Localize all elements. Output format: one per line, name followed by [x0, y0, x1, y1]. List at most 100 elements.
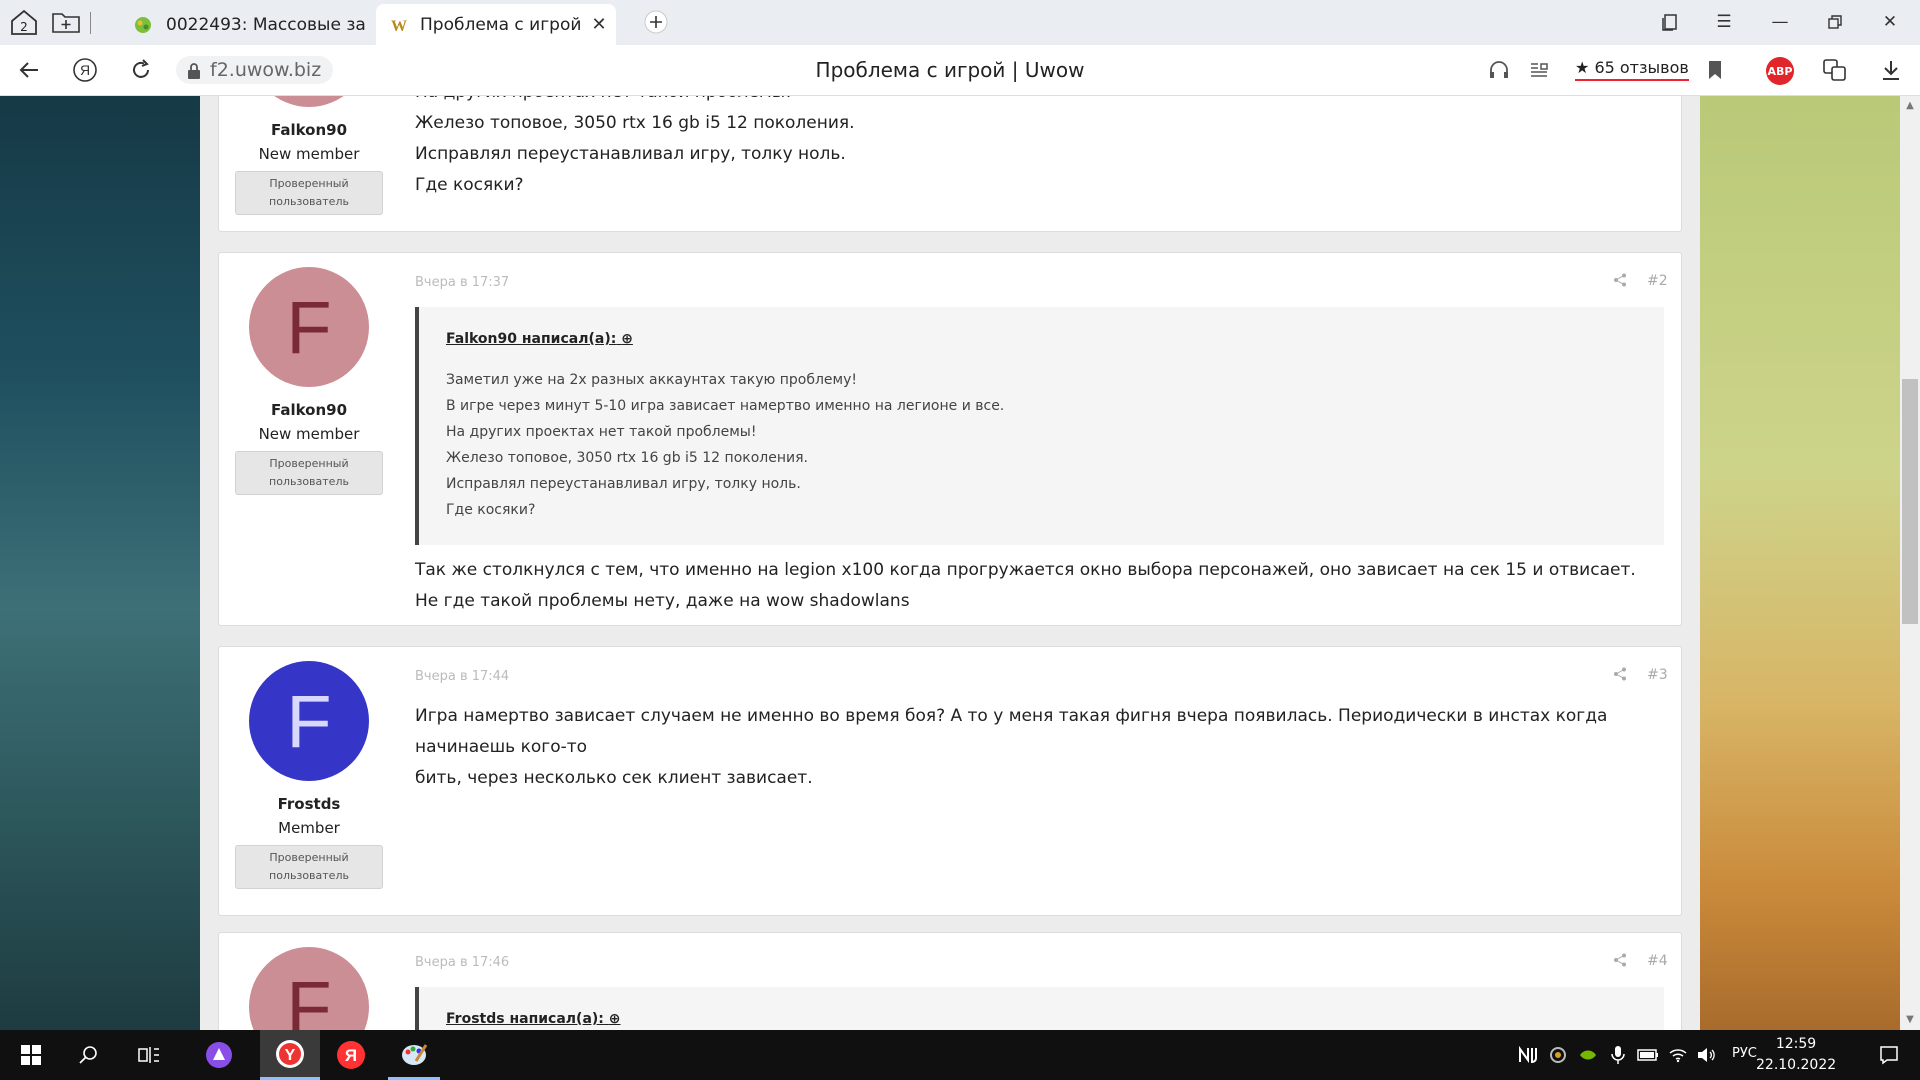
arrow-up-circle-icon[interactable]: ⊕ — [609, 1011, 621, 1027]
scroll-down-icon[interactable]: ▼ — [1900, 1014, 1920, 1025]
lock-icon — [187, 62, 201, 84]
tab-mantis[interactable]: 0022493: Массовые завис — [118, 4, 368, 45]
task-view-button[interactable] — [126, 1030, 172, 1080]
user-role: New member — [258, 145, 360, 163]
bookmark-icon — [1709, 61, 1721, 79]
taskbar-yandex-browser[interactable]: Y — [260, 1030, 320, 1080]
share-icon[interactable] — [1613, 953, 1627, 971]
post-date[interactable]: Вчера в 17:37 — [415, 275, 509, 290]
avatar[interactable]: F — [249, 96, 369, 107]
tab-title: 0022493: Массовые завис — [166, 14, 366, 35]
clock[interactable]: 12:59 22.10.2022 — [1756, 1034, 1836, 1076]
post-user: F — [219, 947, 399, 1030]
tray-app-icon[interactable] — [1514, 1030, 1542, 1080]
new-tab-group-button[interactable] — [48, 6, 84, 38]
bookmark-button[interactable] — [1700, 55, 1730, 85]
taskbar: Y Я РУС 12:59 22.10.2022 — [0, 1030, 1920, 1080]
adblock-icon[interactable]: ABP — [1766, 57, 1794, 85]
user-role: New member — [258, 425, 360, 443]
plus-icon — [644, 10, 668, 34]
clock-time: 12:59 — [1775, 1036, 1817, 1052]
start-button[interactable] — [8, 1030, 54, 1080]
page-scrollbar[interactable]: ▲ ▼ — [1900, 96, 1920, 1030]
avatar[interactable]: F — [249, 947, 369, 1030]
restore-button[interactable] — [1815, 6, 1855, 38]
arrow-up-circle-icon[interactable]: ⊕ — [621, 331, 633, 347]
search-button[interactable] — [66, 1030, 112, 1080]
post: F Вчера в 17:46 #4 Frostds написал(а): ⊕ — [218, 932, 1682, 1030]
reviews-link[interactable]: ★ 65 отзывов — [1575, 58, 1689, 81]
reload-button[interactable] — [126, 55, 156, 85]
close-tab-icon[interactable]: ✕ — [588, 14, 610, 35]
url-text: f2.uwow.biz — [210, 59, 322, 81]
quote-author[interactable]: Falkon90 написал(а): ⊕ — [446, 331, 633, 347]
post-user: F Falkon90 New member Проверенный пользо… — [219, 267, 399, 495]
headphones-icon — [1490, 61, 1508, 78]
downloads-button[interactable] — [1876, 55, 1906, 85]
url-field[interactable]: f2.uwow.biz — [176, 56, 334, 84]
quote-body: Заметил уже на 2х разных аккаунтах такую… — [446, 372, 1005, 518]
tab-counter: 2 — [20, 20, 28, 34]
post-number[interactable]: #4 — [1647, 953, 1668, 969]
back-button[interactable] — [14, 55, 44, 85]
username[interactable]: Falkon90 — [219, 401, 399, 419]
svg-text:Y: Y — [285, 1047, 296, 1064]
notification-icon — [1880, 1046, 1898, 1065]
battery-icon[interactable] — [1634, 1030, 1662, 1080]
avatar[interactable]: F — [249, 267, 369, 387]
nvidia-icon[interactable] — [1574, 1030, 1602, 1080]
tray-circle-icon[interactable] — [1544, 1030, 1572, 1080]
username[interactable]: Frostds — [219, 795, 399, 813]
uwow-favicon-icon: W — [388, 14, 410, 36]
tab-strip: 2 0022493: Массовые завис W Проблема с и… — [0, 0, 1920, 45]
menu-button[interactable]: ☰ — [1704, 6, 1744, 38]
avatar[interactable]: F — [249, 661, 369, 781]
post-date[interactable]: Вчера в 17:44 — [415, 669, 509, 684]
reviews-text: 65 отзывов — [1594, 58, 1689, 77]
taskbar-paint[interactable] — [388, 1030, 440, 1080]
star-icon: ★ — [1575, 58, 1590, 77]
bookmarks-panel-button[interactable] — [1650, 6, 1690, 38]
scrollbar-thumb[interactable] — [1902, 379, 1918, 624]
microphone-icon[interactable] — [1604, 1030, 1632, 1080]
post-date[interactable]: Вчера в 17:46 — [415, 955, 509, 970]
volume-icon[interactable] — [1692, 1030, 1720, 1080]
notifications-button[interactable] — [1866, 1030, 1912, 1080]
yandex-icon: Я — [337, 1041, 365, 1069]
download-icon — [1883, 61, 1899, 80]
scroll-up-icon[interactable]: ▲ — [1900, 100, 1920, 111]
windows-icon — [21, 1045, 41, 1065]
listen-button[interactable] — [1484, 55, 1514, 85]
taskbar-yandex[interactable]: Я — [326, 1030, 376, 1080]
tab-uwow[interactable]: W Проблема с игрой | Uwow ✕ — [376, 4, 616, 45]
clock-date: 22.10.2022 — [1756, 1057, 1837, 1073]
tab-group-button[interactable]: 2 — [6, 6, 42, 38]
tab-separator — [90, 12, 91, 34]
post-number[interactable]: #2 — [1647, 273, 1668, 289]
translate-button[interactable] — [1820, 55, 1850, 85]
reader-mode-button[interactable] — [1524, 55, 1554, 85]
yandex-icon: Я — [73, 58, 97, 82]
quote-author[interactable]: Frostds написал(а): ⊕ — [446, 1011, 621, 1027]
minimize-button[interactable]: — — [1760, 6, 1800, 38]
post-number[interactable]: #3 — [1647, 667, 1668, 683]
close-window-button[interactable]: ✕ — [1870, 6, 1910, 38]
alice-icon — [206, 1042, 232, 1068]
new-tab-button[interactable] — [640, 6, 672, 38]
search-icon — [79, 1046, 97, 1064]
post-message: На других проектах нет такой проблемы! Ж… — [415, 96, 855, 195]
page-background-left — [0, 96, 200, 1030]
svg-text:Я: Я — [345, 1046, 357, 1065]
bug-tracker-favicon-icon — [132, 14, 154, 36]
share-icon[interactable] — [1613, 667, 1627, 685]
yandex-button[interactable]: Я — [70, 55, 100, 85]
share-icon[interactable] — [1613, 273, 1627, 291]
post-message: Так же столкнулся с тем, что именно на l… — [415, 560, 1636, 611]
yandex-browser-icon: Y — [276, 1039, 304, 1068]
quote-block: Frostds написал(а): ⊕ — [415, 987, 1664, 1030]
user-badge: Проверенный пользователь — [235, 451, 383, 495]
username[interactable]: Falkon90 — [219, 121, 399, 139]
wifi-icon[interactable] — [1664, 1030, 1692, 1080]
language-indicator[interactable]: РУС — [1732, 1046, 1757, 1061]
taskbar-alice[interactable] — [196, 1030, 242, 1080]
